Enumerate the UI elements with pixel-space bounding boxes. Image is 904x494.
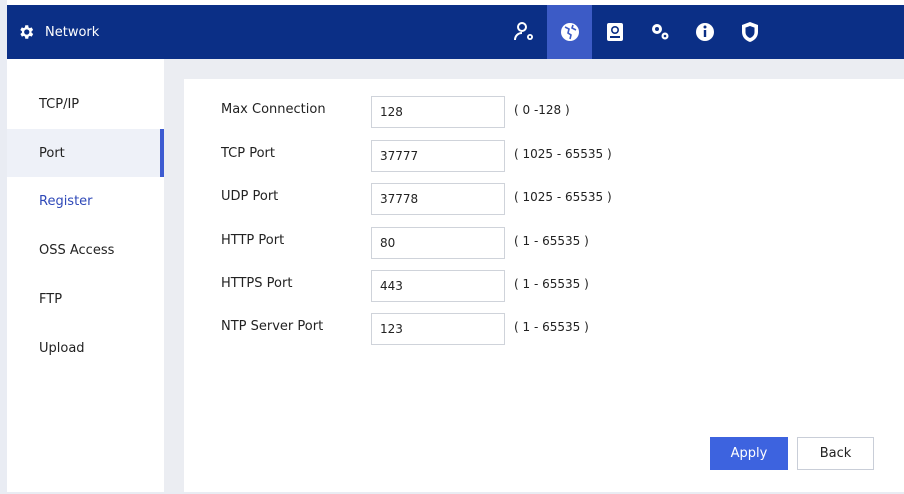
sidebar-item-label: OSS Access xyxy=(39,242,115,258)
account-settings-icon[interactable] xyxy=(502,5,547,59)
field-label: HTTP Port xyxy=(221,233,285,248)
http-port-input[interactable] xyxy=(371,227,505,259)
sidebar-item-label: FTP xyxy=(39,291,63,307)
sidebar-item-tcpip[interactable]: TCP/IP xyxy=(7,80,164,128)
ntp-server-port-input[interactable] xyxy=(371,313,505,345)
udp-port-input[interactable] xyxy=(371,183,505,215)
sidebar-item-label: Port xyxy=(39,145,65,161)
top-nav xyxy=(502,5,772,59)
sidebar-item-port[interactable]: Port xyxy=(7,129,164,177)
window-frame-left xyxy=(0,0,7,494)
field-label: UDP Port xyxy=(221,189,279,204)
sidebar-item-register[interactable]: Register xyxy=(7,177,164,225)
form-row-https-port: HTTPS Port ( 1 - 65535 ) xyxy=(184,270,904,302)
form-row-max-connection: Max Connection ( 0 -128 ) xyxy=(184,96,904,128)
sidebar-item-label: TCP/IP xyxy=(39,96,80,112)
field-range: ( 0 -128 ) xyxy=(514,103,570,117)
field-range: ( 1 - 65535 ) xyxy=(514,320,589,334)
page-title: Network xyxy=(45,24,100,40)
field-label: TCP Port xyxy=(221,146,275,161)
field-range: ( 1 - 65535 ) xyxy=(514,277,589,291)
network-globe-icon[interactable] xyxy=(547,5,592,59)
page-header: Network xyxy=(17,23,99,41)
form-row-tcp-port: TCP Port ( 1025 - 65535 ) xyxy=(184,140,904,172)
info-icon[interactable] xyxy=(682,5,727,59)
sidebar-item-oss-access[interactable]: OSS Access xyxy=(7,226,164,274)
sidebar-item-upload[interactable]: Upload xyxy=(7,324,164,372)
tcp-port-input[interactable] xyxy=(371,140,505,172)
form-row-http-port: HTTP Port ( 1 - 65535 ) xyxy=(184,227,904,259)
https-port-input[interactable] xyxy=(371,270,505,302)
sidebar: TCP/IP Port Register OSS Access FTP Uplo… xyxy=(7,59,164,492)
field-range: ( 1 - 65535 ) xyxy=(514,234,589,248)
system-settings-icon[interactable] xyxy=(637,5,682,59)
top-bar: Network xyxy=(7,5,904,59)
apply-button[interactable]: Apply xyxy=(710,437,788,470)
sidebar-item-label: Register xyxy=(39,193,93,209)
field-label: NTP Server Port xyxy=(221,319,324,334)
gear-icon xyxy=(17,23,35,41)
max-connection-input[interactable] xyxy=(371,96,505,128)
back-button[interactable]: Back xyxy=(797,437,874,470)
form-row-udp-port: UDP Port ( 1025 - 65535 ) xyxy=(184,183,904,215)
field-label: Max Connection xyxy=(221,102,326,117)
form-row-ntp-server-port: NTP Server Port ( 1 - 65535 ) xyxy=(184,313,904,345)
field-range: ( 1025 - 65535 ) xyxy=(514,190,612,204)
port-settings-panel: Max Connection ( 0 -128 ) TCP Port ( 102… xyxy=(184,79,904,492)
security-shield-icon[interactable] xyxy=(727,5,772,59)
sidebar-item-ftp[interactable]: FTP xyxy=(7,275,164,323)
sidebar-item-label: Upload xyxy=(39,340,85,356)
field-range: ( 1025 - 65535 ) xyxy=(514,147,612,161)
storage-icon[interactable] xyxy=(592,5,637,59)
field-label: HTTPS Port xyxy=(221,276,293,291)
